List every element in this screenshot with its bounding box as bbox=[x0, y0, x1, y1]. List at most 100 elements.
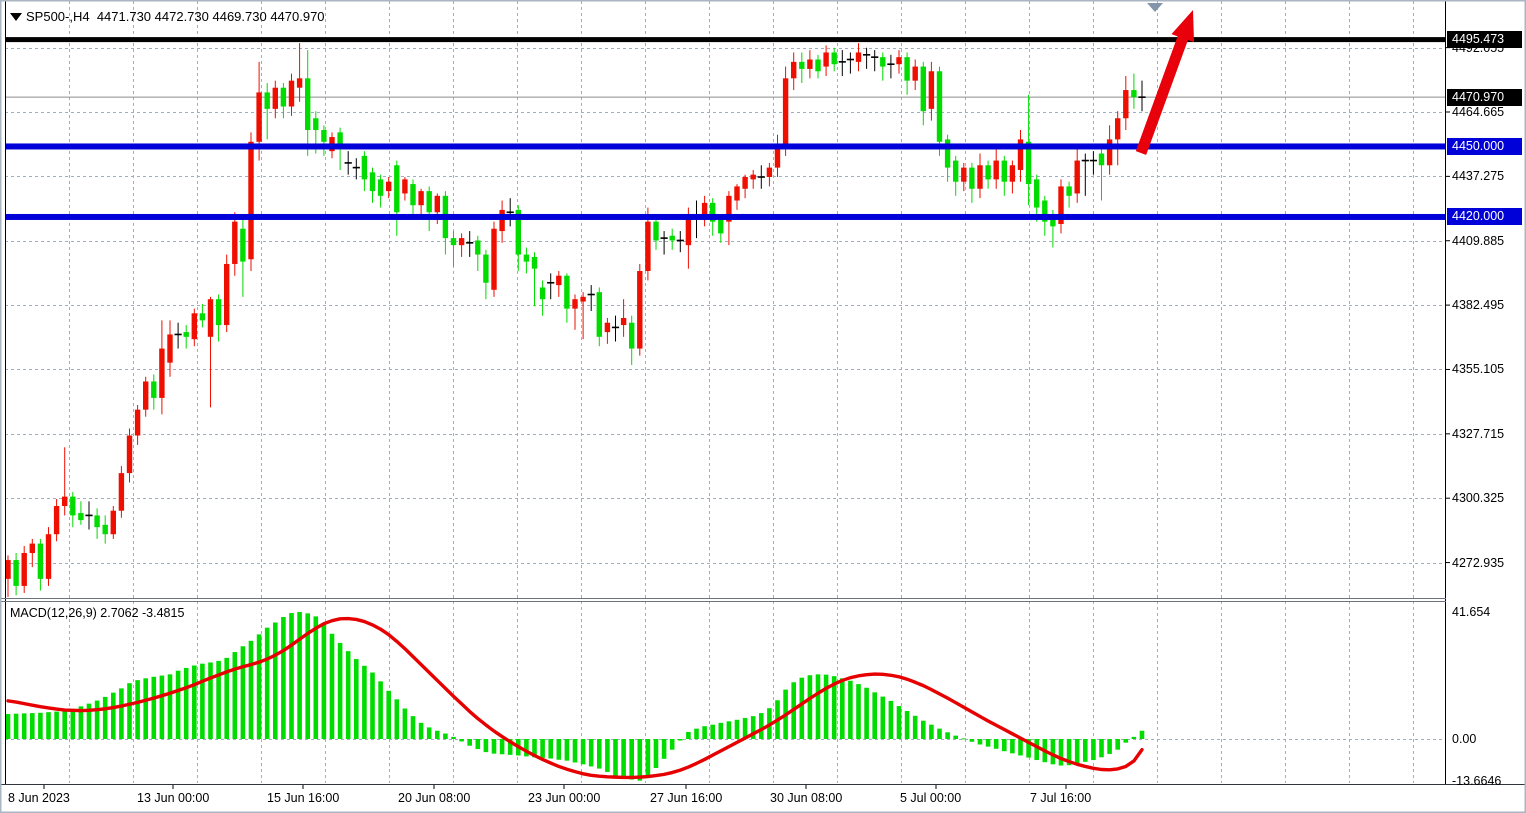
candle-body bbox=[111, 511, 116, 535]
macd-histogram-bar bbox=[184, 668, 189, 739]
candle-body bbox=[78, 513, 83, 520]
candle-body bbox=[540, 287, 545, 299]
price-tick-label: 4382.495 bbox=[1452, 298, 1504, 312]
candle-doji-dash bbox=[661, 237, 668, 239]
candle-body bbox=[1131, 90, 1136, 97]
candle-body bbox=[499, 210, 504, 231]
macd-histogram-bar bbox=[1002, 739, 1007, 751]
macd-histogram-bar bbox=[872, 692, 877, 739]
candle-body bbox=[597, 292, 602, 337]
candle-body bbox=[370, 172, 375, 191]
candle-body bbox=[1002, 161, 1007, 182]
candle-doji-dash bbox=[547, 282, 554, 284]
candle-doji-dash bbox=[175, 334, 182, 336]
candle-body bbox=[459, 238, 464, 245]
candle-body bbox=[775, 146, 780, 167]
candle-doji-dash bbox=[1082, 160, 1089, 162]
candle-body bbox=[402, 179, 407, 193]
macd-histogram-bar bbox=[257, 634, 262, 739]
candle-body bbox=[119, 473, 124, 511]
candle-body bbox=[645, 222, 650, 271]
macd-histogram-bar bbox=[467, 739, 472, 746]
macd-histogram-bar bbox=[419, 723, 424, 739]
candle-doji-dash bbox=[85, 515, 92, 517]
macd-histogram-bar bbox=[386, 691, 391, 739]
candle-body bbox=[5, 560, 10, 579]
candle-body bbox=[62, 497, 67, 506]
macd-histogram-bar bbox=[1051, 739, 1056, 764]
macd-histogram-bar bbox=[848, 681, 853, 739]
macd-histogram-bar bbox=[670, 739, 675, 750]
trend-arrow-shaft[interactable] bbox=[1141, 34, 1184, 153]
macd-histogram-bar bbox=[962, 738, 967, 739]
candle-body bbox=[637, 271, 642, 349]
macd-histogram-bar bbox=[686, 732, 691, 739]
macd-histogram-bar bbox=[694, 729, 699, 739]
candle-body bbox=[1066, 186, 1071, 195]
macd-histogram-bar bbox=[459, 739, 464, 741]
symbol-ohlc-title: SP500-,H4 4471.730 4472.730 4469.730 447… bbox=[26, 9, 325, 24]
macd-histogram-bar bbox=[735, 720, 740, 739]
symbol-dropdown-icon bbox=[10, 13, 22, 21]
macd-histogram-bar bbox=[905, 711, 910, 739]
macd-histogram-bar bbox=[160, 676, 165, 739]
macd-histogram-bar bbox=[38, 713, 43, 739]
price-tick-label: 4409.885 bbox=[1452, 234, 1504, 248]
candle-body bbox=[961, 168, 966, 182]
price-badge: 4420.000 bbox=[1447, 208, 1522, 225]
macd-histogram-bar bbox=[451, 737, 456, 739]
macd-histogram-bar bbox=[370, 673, 375, 739]
price-tick-label: 4437.275 bbox=[1452, 169, 1504, 183]
macd-histogram-bar bbox=[249, 641, 254, 739]
macd-histogram-bar bbox=[759, 713, 764, 739]
candle-body bbox=[313, 118, 318, 130]
candle-body bbox=[605, 323, 610, 332]
candle-body bbox=[151, 381, 156, 397]
macd-indicator-label: MACD(12,26,9) 2.7062 -3.4815 bbox=[10, 606, 184, 620]
price-tick-label: 4355.105 bbox=[1452, 362, 1504, 376]
candle-body bbox=[807, 60, 812, 69]
macd-histogram-bar bbox=[200, 664, 205, 739]
macd-histogram-bar bbox=[378, 681, 383, 739]
macd-histogram-bar bbox=[1132, 737, 1137, 739]
candle-body bbox=[143, 381, 148, 409]
time-label: 8 Jun 2023 bbox=[8, 791, 70, 805]
candle-body bbox=[22, 553, 27, 586]
time-label: 5 Jul 00:00 bbox=[900, 791, 961, 805]
candle-body bbox=[564, 276, 569, 309]
macd-histogram-bar bbox=[152, 677, 157, 739]
price-axis[interactable]: 4492.0554464.6654437.2754409.8854382.495… bbox=[1445, 0, 1526, 784]
candle-body bbox=[103, 525, 108, 534]
scroll-position-marker-icon[interactable] bbox=[1147, 3, 1163, 12]
candle-body bbox=[751, 175, 756, 180]
level-line[interactable] bbox=[5, 214, 1445, 220]
chart-canvas[interactable] bbox=[0, 0, 1526, 813]
level-line[interactable] bbox=[5, 143, 1445, 149]
candle-body bbox=[621, 318, 626, 325]
candle-body bbox=[799, 62, 804, 69]
level-line[interactable] bbox=[5, 37, 1445, 42]
macd-histogram-bar bbox=[330, 634, 335, 739]
macd-histogram-bar bbox=[1099, 739, 1104, 757]
candle-body bbox=[904, 57, 909, 81]
time-label: 20 Jun 08:00 bbox=[398, 791, 470, 805]
candle-body bbox=[13, 560, 18, 586]
time-axis[interactable]: 8 Jun 202313 Jun 00:0015 Jun 16:0020 Jun… bbox=[0, 785, 1526, 813]
macd-histogram-bar bbox=[135, 680, 140, 739]
macd-histogram-bar bbox=[540, 739, 545, 758]
time-label: 30 Jun 08:00 bbox=[770, 791, 842, 805]
price-badge: 4495.473 bbox=[1447, 31, 1522, 48]
macd-histogram-bar bbox=[613, 739, 618, 776]
candle-body bbox=[653, 222, 658, 241]
macd-histogram-bar bbox=[994, 739, 999, 749]
candle-body bbox=[321, 130, 326, 142]
candle-body bbox=[896, 57, 901, 64]
macd-histogram-bar bbox=[362, 666, 367, 739]
macd-histogram-bar bbox=[208, 662, 213, 739]
candle-doji-dash bbox=[847, 59, 854, 61]
candle-body bbox=[394, 165, 399, 212]
candle-body bbox=[718, 219, 723, 233]
candle-doji-dash bbox=[887, 63, 894, 65]
macd-histogram-bar bbox=[719, 723, 724, 739]
macd-histogram-bar bbox=[168, 674, 173, 739]
